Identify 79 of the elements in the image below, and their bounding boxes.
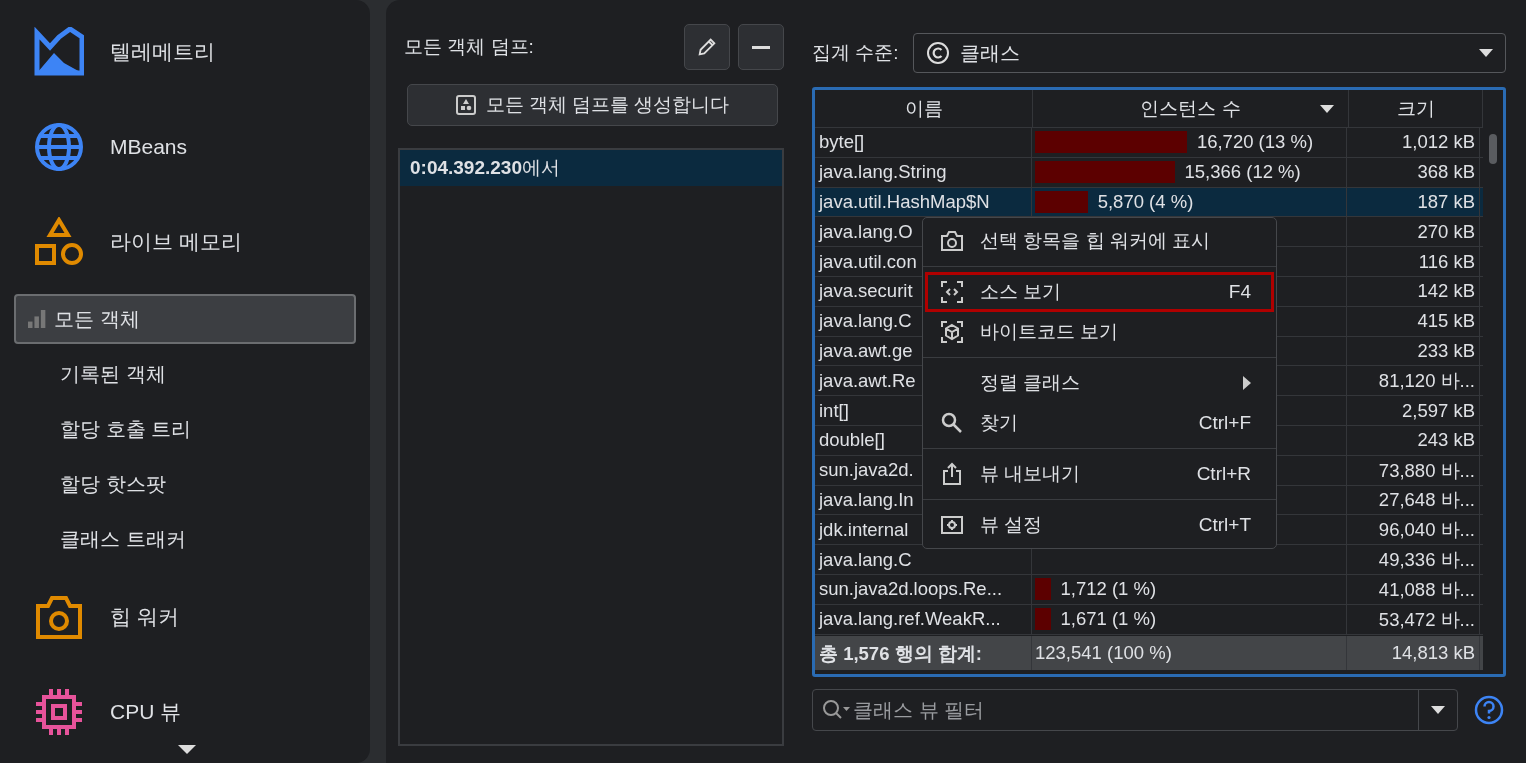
- column-header[interactable]: 인스턴스 수: [1033, 90, 1349, 127]
- submenu-arrow-icon: [1243, 376, 1251, 390]
- class-icon: [925, 41, 950, 65]
- scrollbar-thumb[interactable]: [1489, 134, 1497, 164]
- instance-count: 1,712 (1 %): [1060, 578, 1157, 601]
- size-cell: 2,597 kB: [1347, 396, 1480, 425]
- size-cell: 187 kB: [1347, 187, 1480, 217]
- filter-field[interactable]: 클래스 뷰 필터: [812, 689, 1458, 731]
- caret-icon: [1431, 706, 1445, 714]
- size-cell: 142 kB: [1347, 277, 1480, 306]
- size-cell: 415 kB: [1347, 306, 1480, 336]
- table-row[interactable]: sun.java2d.loops.Re... 1,712 (1 %) 41,088 바...: [815, 574, 1483, 605]
- size-cell: 243 kB: [1347, 425, 1480, 455]
- camera-icon: [940, 229, 964, 253]
- remove-button[interactable]: [738, 24, 784, 70]
- table-row[interactable]: java.lang.ref.WeakR... 1,671 (1 %) 53,472 바...: [815, 604, 1483, 635]
- dump-item[interactable]: 0:04.392.230에서: [400, 150, 782, 186]
- help-icon[interactable]: [1474, 695, 1504, 725]
- shapes-icon: [34, 216, 84, 267]
- scroll-down-icon[interactable]: [178, 745, 196, 755]
- class-name-cell: sun.java2d.loops.Re...: [815, 574, 1032, 604]
- size-cell: 1,012 kB: [1347, 128, 1480, 157]
- nav-subitem[interactable]: 클래스 트래커: [14, 514, 356, 564]
- nav-subitem[interactable]: 할당 핫스팟: [14, 459, 356, 509]
- nav-item[interactable]: 힙 워커: [14, 569, 356, 664]
- size-cell: 96,040 바...: [1347, 515, 1480, 545]
- class-name-cell: byte[]: [815, 128, 1032, 157]
- nav-item[interactable]: 라이브 메모리: [14, 194, 356, 289]
- instance-count: 1,671 (1 %): [1060, 608, 1157, 631]
- dumps-label: 모든 객체 덤프:: [404, 35, 534, 59]
- minus-icon: [752, 45, 770, 49]
- dump-icon: [455, 95, 476, 115]
- column-header[interactable]: 이름: [815, 90, 1033, 127]
- chip-icon: [34, 686, 84, 737]
- pencil-icon: [696, 36, 718, 58]
- edit-button[interactable]: [684, 24, 730, 70]
- search-icon: [940, 411, 964, 435]
- create-dump-button[interactable]: 모든 객체 덤프를 생성합니다: [407, 84, 778, 126]
- size-cell: 49,336 바...: [1347, 545, 1480, 574]
- aggregation-dropdown[interactable]: 클래스: [912, 33, 1506, 73]
- size-cell: 233 kB: [1347, 336, 1480, 366]
- instance-count: 15,366 (12 %): [1184, 161, 1301, 184]
- settings-icon: [940, 513, 964, 537]
- size-cell: 116 kB: [1347, 247, 1480, 276]
- globe-icon: [34, 121, 84, 172]
- cube-icon: [940, 320, 964, 344]
- size-cell: 270 kB: [1347, 217, 1480, 247]
- code-brackets-icon: [940, 280, 964, 304]
- table-row[interactable]: byte[] 16,720 (13 %) 1,012 kB: [815, 128, 1483, 158]
- instance-count: 16,720 (13 %): [1196, 131, 1314, 154]
- caret-icon: [1479, 49, 1493, 57]
- nav-item[interactable]: 텔레메트리: [14, 4, 356, 99]
- nav-item[interactable]: CPU 뷰: [14, 664, 356, 759]
- total-label: 총 1,576 행의 합계:: [815, 636, 1032, 670]
- total-size: 14,813 kB: [1347, 636, 1480, 670]
- size-cell: 81,120 바...: [1347, 366, 1480, 396]
- mountain-chart-icon: [34, 26, 84, 77]
- share-icon: [940, 462, 964, 486]
- total-instances: 123,541 (100 %): [1032, 636, 1347, 670]
- instance-count: 5,870 (4 %): [1097, 191, 1194, 213]
- size-cell: 27,648 바...: [1347, 485, 1480, 515]
- aggregation-label: 집계 수준:: [812, 41, 899, 65]
- nav-subitem[interactable]: 모든 객체: [14, 294, 356, 344]
- class-name-cell: java.lang.ref.WeakR...: [815, 604, 1032, 634]
- nav-item[interactable]: MBeans: [14, 99, 356, 194]
- filter-input[interactable]: 클래스 뷰 필터: [851, 691, 1418, 729]
- column-header[interactable]: 크기: [1349, 90, 1483, 127]
- size-cell: 73,880 바...: [1347, 455, 1480, 485]
- class-name-cell: java.lang.String: [815, 157, 1032, 187]
- menu-item[interactable]: 소스 보기 F4: [925, 272, 1274, 312]
- size-cell: 41,088 바...: [1347, 574, 1480, 604]
- class-name-cell: java.util.HashMap$N: [815, 187, 1032, 217]
- table-row[interactable]: java.util.HashMap$N 5,870 (4 %) 187 kB: [815, 187, 1483, 218]
- table-row[interactable]: java.lang.String 15,366 (12 %) 368 kB: [815, 157, 1483, 188]
- nav-subitem[interactable]: 기록된 객체: [14, 349, 356, 399]
- size-cell: 368 kB: [1347, 157, 1480, 187]
- bar-chart-icon: [28, 310, 46, 328]
- size-cell: 53,472 바...: [1347, 604, 1480, 634]
- nav-subitem[interactable]: 할당 호출 트리: [14, 404, 356, 454]
